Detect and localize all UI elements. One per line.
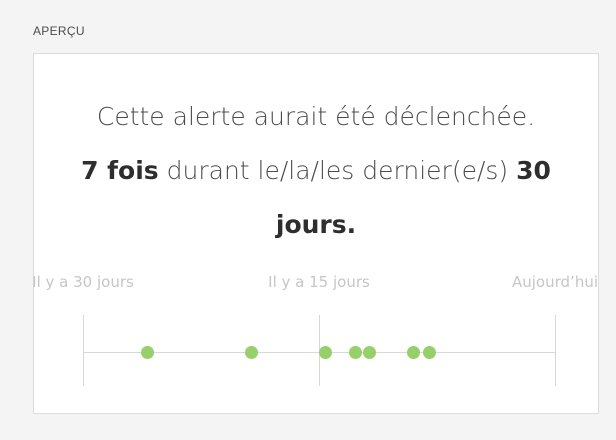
timeline-tick-mark	[83, 315, 84, 386]
trigger-event-dot	[318, 346, 332, 359]
timeline-tick-label: Il y a 15 jours	[268, 273, 370, 291]
timeline-tick-label: Il y a 30 jours	[32, 273, 134, 291]
timeline-tick-label: Aujourd’hui	[512, 273, 598, 291]
trigger-event-dot	[244, 346, 258, 359]
trigger-timeline: Il y a 30 jours Il y a 15 jours Aujourd’hu…	[32, 259, 598, 399]
trigger-event-dot	[406, 346, 420, 359]
period-unit: jours.	[275, 210, 357, 239]
trigger-count: 7 fois	[81, 156, 159, 185]
section-title: APERÇU	[33, 24, 85, 38]
preview-summary: Cette alerte aurait été déclenchée. 7 fo…	[34, 90, 598, 252]
alert-preview-panel: Cette alerte aurait été déclenchée. 7 fo…	[32, 53, 599, 414]
period-days: 30	[516, 156, 551, 185]
trigger-event-dot	[422, 346, 436, 359]
trigger-event-dot	[362, 346, 376, 359]
trigger-event-dot	[141, 346, 154, 359]
trigger-event-dot	[348, 346, 362, 359]
timeline-tick-mark	[555, 315, 556, 386]
summary-line-1: Cette alerte aurait été déclenchée.	[96, 102, 536, 131]
summary-period-text: durant le/la/les dernier(e/s)	[158, 156, 517, 185]
